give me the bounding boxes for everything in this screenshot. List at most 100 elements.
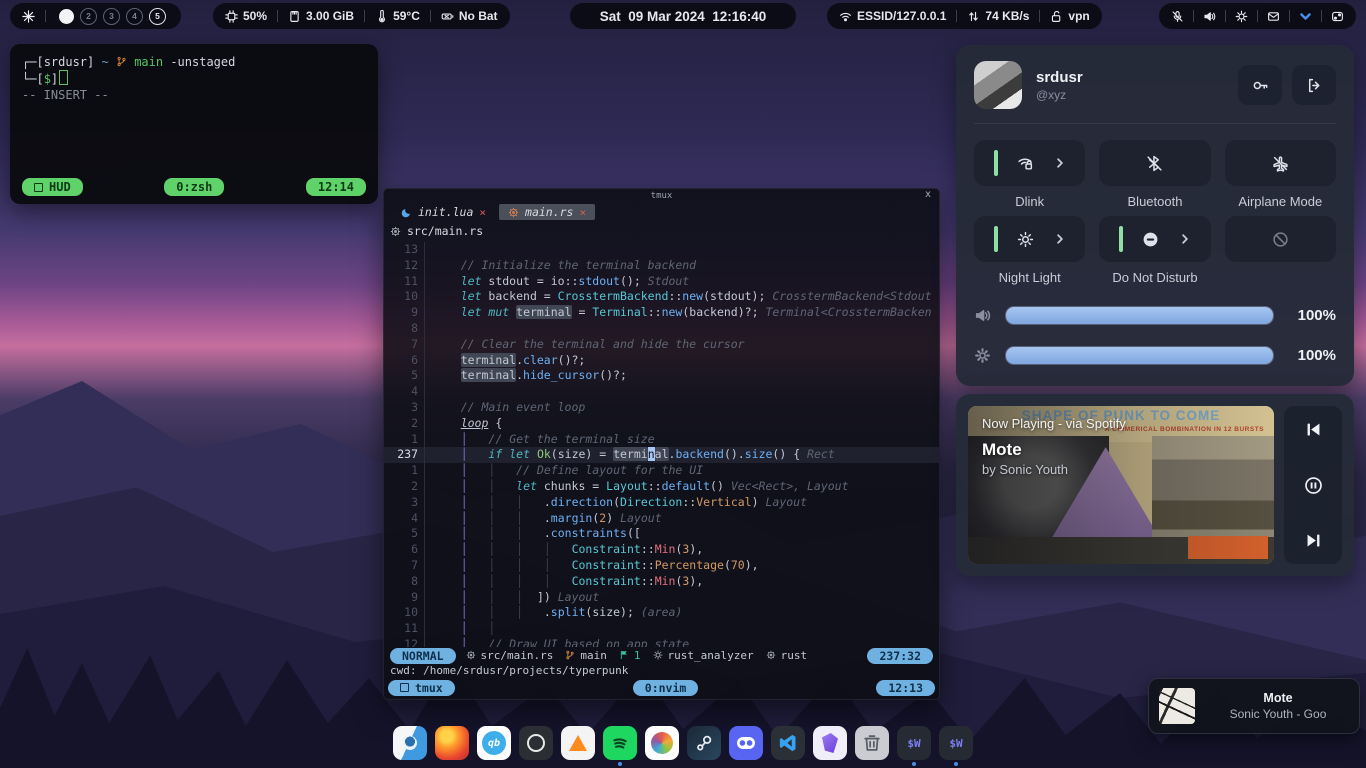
code-line[interactable]: 4 │ │ │ .margin(2) Layout (384, 511, 939, 527)
previous-track-button[interactable] (1304, 420, 1323, 439)
code-line[interactable]: 2 loop { (384, 416, 939, 432)
workspace-3[interactable]: 3 (103, 8, 120, 25)
wifi-widget[interactable]: ESSID/127.0.0.1 (839, 9, 946, 23)
logout-button[interactable] (1292, 65, 1336, 105)
code-line[interactable]: 11 │ │ (384, 621, 939, 637)
clock-pill[interactable]: Sat 09 Mar 2024 12:16:40 (570, 3, 796, 29)
logo-icon[interactable] (22, 10, 35, 23)
dock-trash[interactable] (855, 726, 889, 766)
window-close-button[interactable]: x (925, 189, 931, 200)
terminal-line: ┌─[srdusr] ~ main -unstaged (22, 54, 366, 70)
code-line[interactable]: 12 // Initialize the terminal backend (384, 258, 939, 274)
code-line[interactable]: 1 │ │ // Define layout for the UI (384, 463, 939, 479)
zsh-window-pill[interactable]: 0:zsh (164, 178, 224, 196)
speaker-icon[interactable] (1203, 10, 1216, 23)
code-line[interactable]: 2 │ │ let chunks = Layout::default() Vec… (384, 479, 939, 495)
code-line[interactable]: 7 │ │ │ │ Constraint::Percentage(70), (384, 558, 939, 574)
toggle-blocked[interactable] (1225, 216, 1336, 262)
toggle-bluetooth[interactable] (1099, 140, 1210, 186)
settings-gear-icon[interactable] (1235, 10, 1248, 23)
code-line[interactable]: 8 (384, 321, 939, 337)
tmux-window-pill[interactable]: 0:nvim (633, 680, 699, 696)
workspace-2[interactable]: 2 (80, 8, 97, 25)
code-line[interactable]: 3 // Main event loop (384, 400, 939, 416)
dock-obsidian[interactable] (813, 726, 847, 766)
code-line[interactable]: 9 │ │ │ ]) Layout (384, 590, 939, 606)
tab-close-icon[interactable]: × (579, 206, 586, 219)
toggle-do-not-disturb[interactable] (1099, 216, 1210, 262)
running-indicator (618, 762, 622, 766)
toggle-night-light[interactable] (974, 216, 1085, 262)
dock-vlc[interactable] (561, 726, 595, 766)
code-line[interactable]: 5 terminal.hide_cursor()?; (384, 368, 939, 384)
code-line[interactable]: 10 │ │ │ .split(size); (area) (384, 605, 939, 621)
lock-keys-button[interactable] (1238, 65, 1282, 105)
dock-photos[interactable] (645, 726, 679, 766)
microphone-muted-icon[interactable] (1171, 10, 1184, 23)
tab-init-lua[interactable]: init.lua × (392, 204, 495, 220)
memory-widget[interactable]: 3.00 GiB (288, 9, 354, 23)
workspace-list: 2345 (56, 8, 169, 25)
code-line[interactable]: 10 let backend = CrosstermBackend::new(s… (384, 289, 939, 305)
line-number: 1 (384, 432, 425, 448)
dock-qbittorrent[interactable]: qb (477, 726, 511, 766)
code-line[interactable]: 6 │ │ │ │ Constraint::Min(3), (384, 542, 939, 558)
tab-close-icon[interactable]: × (479, 206, 486, 219)
tmux-session-pill[interactable]: tmux (388, 680, 455, 696)
dock-sw-terminal-1[interactable]: $W (897, 726, 931, 766)
toggle-cell: Do Not Disturb (1099, 216, 1210, 292)
dock-spotify[interactable] (603, 726, 637, 766)
next-track-button[interactable] (1304, 531, 1323, 550)
code-line[interactable]: 8 │ │ │ │ Constraint::Min(3), (384, 574, 939, 590)
brightness-slider[interactable] (1005, 346, 1274, 365)
line-number: 10 (384, 289, 425, 305)
dock-sw-terminal-2[interactable]: $W (939, 726, 973, 766)
dock-firefox[interactable] (435, 726, 469, 766)
dock-steam[interactable] (687, 726, 721, 766)
firefox-icon (435, 726, 469, 760)
display-switcher-icon[interactable] (1331, 10, 1344, 23)
chevron-right-icon[interactable] (1054, 157, 1066, 169)
rust-file-icon (508, 207, 519, 218)
dock-file-manager[interactable] (393, 726, 427, 766)
editor-window[interactable]: tmux x init.lua × main.rs × src/main.rs … (383, 188, 940, 700)
wifi-icon (839, 10, 852, 23)
tab-main-rs[interactable]: main.rs × (499, 204, 595, 220)
active-indicator (1119, 226, 1123, 252)
active-indicator (994, 226, 998, 252)
toggle-dlink[interactable] (974, 140, 1085, 186)
dock-obs[interactable] (519, 726, 553, 766)
sun-icon (1017, 231, 1034, 248)
code-line[interactable]: 3 │ │ │ .direction(Direction::Vertical) … (384, 495, 939, 511)
netspeed-widget[interactable]: 74 KB/s (967, 9, 1029, 23)
workspace-4[interactable]: 4 (126, 8, 143, 25)
code-line[interactable]: 6 terminal.clear()?; (384, 353, 939, 369)
pause-button[interactable] (1304, 476, 1323, 495)
code-line[interactable]: 7 // Clear the terminal and hide the cur… (384, 337, 939, 353)
code-line[interactable]: 12 │ // Draw UI based on app state (384, 637, 939, 647)
mail-icon[interactable] (1267, 10, 1280, 23)
workspace-1[interactable] (59, 9, 74, 24)
notification-popup[interactable]: Mote Sonic Youth - Goo (1148, 678, 1360, 734)
temperature-widget[interactable]: 59°C (375, 9, 420, 23)
chevron-right-icon[interactable] (1054, 233, 1066, 245)
workspace-5[interactable]: 5 (149, 8, 166, 25)
code-line[interactable]: 237 │ if let Ok(size) = terminal.backend… (384, 447, 939, 463)
dock-discord[interactable] (729, 726, 763, 766)
code-line[interactable]: 1 │ // Get the terminal size (384, 432, 939, 448)
dock-vscode[interactable] (771, 726, 805, 766)
code-line[interactable]: 4 (384, 384, 939, 400)
code-line[interactable]: 5 │ │ │ .constraints([ (384, 526, 939, 542)
terminal-window[interactable]: ┌─[srdusr] ~ main -unstaged└─[$]-- INSER… (10, 44, 378, 204)
code-line[interactable]: 13 (384, 242, 939, 258)
vpn-widget[interactable]: vpn (1050, 9, 1089, 23)
chevron-right-icon[interactable] (1179, 233, 1191, 245)
code-line[interactable]: 9 let mut terminal = Terminal::new(backe… (384, 305, 939, 321)
hud-session-pill[interactable]: HUD (22, 178, 83, 196)
toggle-airplane-mode[interactable] (1225, 140, 1336, 186)
chevron-down-icon[interactable] (1299, 10, 1312, 23)
battery-widget[interactable]: No Bat (441, 9, 498, 23)
cpu-widget[interactable]: 50% (225, 9, 267, 23)
code-line[interactable]: 11 let stdout = io::stdout(); Stdout (384, 274, 939, 290)
volume-slider[interactable] (1005, 306, 1274, 325)
